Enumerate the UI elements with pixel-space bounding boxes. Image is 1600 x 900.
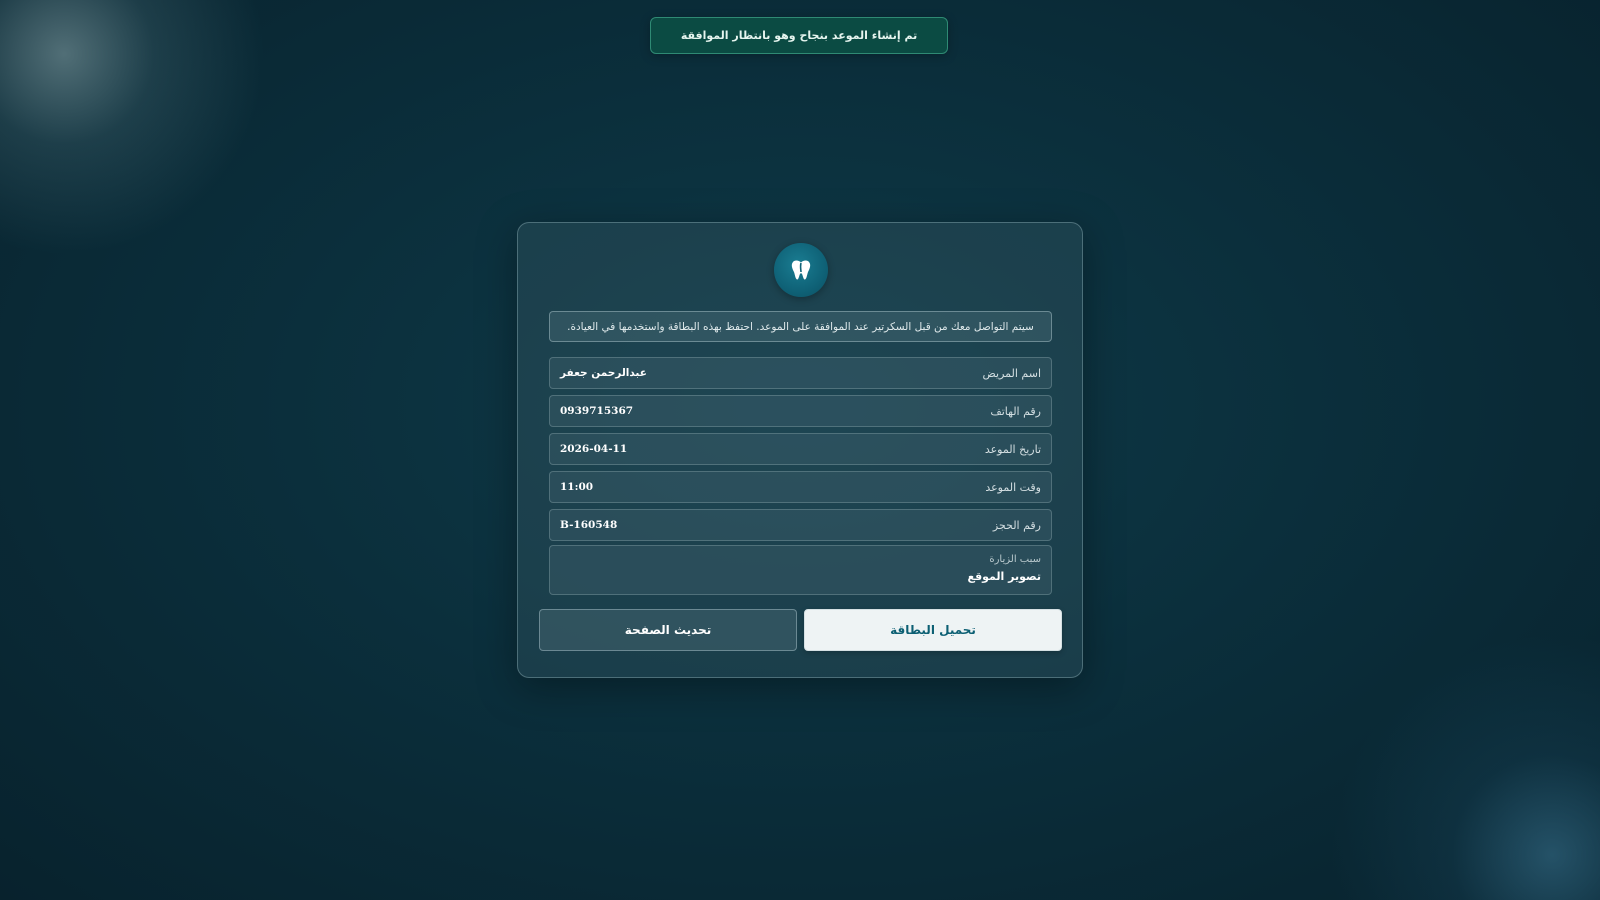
field-value: 0939715367 — [560, 405, 634, 417]
toast-message: تم إنشاء الموعد بنجاح وهو بانتظار المواف… — [680, 29, 918, 42]
field-visit-reason: سبب الزيارة تصوير الموقع — [549, 545, 1052, 595]
success-toast: تم إنشاء الموعد بنجاح وهو بانتظار المواف… — [650, 17, 948, 54]
field-value: B-160548 — [560, 519, 618, 531]
field-label: رقم الهاتف — [990, 404, 1041, 418]
field-label: اسم المريض — [982, 366, 1041, 380]
field-value: 2026-04-11 — [560, 443, 628, 455]
field-label: وقت الموعد — [985, 480, 1041, 494]
clinic-logo — [774, 243, 828, 297]
reason-value: تصوير الموقع — [967, 570, 1041, 583]
tooth-logo-icon — [791, 260, 811, 280]
field-appointment-date: تاريخ الموعد 2026-04-11 — [549, 433, 1052, 465]
notice-text: سيتم التواصل معك من قبل السكرتير عند الم… — [567, 320, 1034, 333]
field-phone: رقم الهاتف 0939715367 — [549, 395, 1052, 427]
appointment-card: سيتم التواصل معك من قبل السكرتير عند الم… — [517, 222, 1083, 678]
approval-notice: سيتم التواصل معك من قبل السكرتير عند الم… — [549, 311, 1052, 342]
download-card-button[interactable]: تحميل البطاقة — [804, 609, 1062, 651]
field-value: عبدالرحمن جعفر — [560, 367, 647, 379]
reason-label: سبب الزيارة — [989, 554, 1041, 565]
field-patient-name: اسم المريض عبدالرحمن جعفر — [549, 357, 1052, 389]
field-appointment-time: وقت الموعد 11:00 — [549, 471, 1052, 503]
field-booking-number: رقم الحجز B-160548 — [549, 509, 1052, 541]
field-label: رقم الحجز — [992, 518, 1041, 532]
refresh-page-button[interactable]: تحديث الصفحة — [539, 609, 797, 651]
field-value: 11:00 — [560, 481, 594, 493]
field-label: تاريخ الموعد — [984, 442, 1041, 456]
